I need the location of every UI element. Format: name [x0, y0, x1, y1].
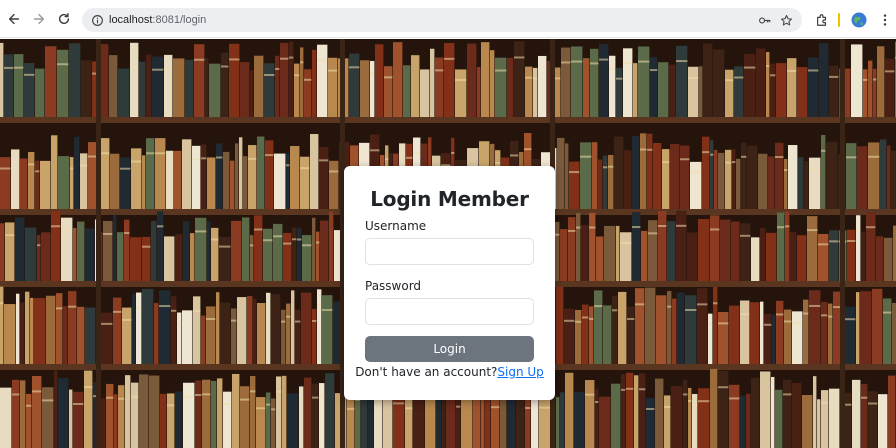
password-key-icon[interactable] — [756, 12, 772, 28]
menu-dots-icon[interactable] — [876, 11, 894, 29]
password-label: Password — [365, 279, 422, 293]
login-title: Login Member — [370, 187, 529, 211]
signup-link[interactable]: Sign Up — [497, 365, 543, 379]
signup-row: Don't have an account?Sign Up — [344, 365, 555, 379]
page-viewport: Login Member Username Password Login Don… — [0, 39, 896, 448]
toolbar-divider — [838, 13, 840, 27]
reload-icon[interactable] — [55, 10, 73, 28]
address-bar[interactable]: localhost:8081/login — [82, 8, 802, 32]
url-host: localhost — [109, 14, 153, 26]
username-field[interactable] — [365, 238, 534, 265]
extensions-icon[interactable] — [813, 11, 831, 29]
login-button[interactable]: Login — [365, 336, 534, 362]
url-text[interactable]: localhost:8081/login — [109, 13, 206, 27]
signup-prompt: Don't have an account? — [355, 365, 498, 379]
back-arrow-icon[interactable] — [5, 10, 23, 28]
browser-toolbar: localhost:8081/login — [0, 0, 896, 38]
login-card: Login Member Username Password Login Don… — [344, 166, 555, 400]
url-path: :8081/login — [152, 14, 207, 26]
forward-arrow-icon[interactable] — [30, 10, 48, 28]
username-label: Username — [365, 219, 427, 233]
profile-avatar-icon[interactable] — [850, 11, 868, 29]
password-field[interactable] — [365, 298, 534, 325]
bookmark-star-icon[interactable] — [778, 12, 794, 28]
site-info-icon[interactable] — [89, 12, 105, 28]
